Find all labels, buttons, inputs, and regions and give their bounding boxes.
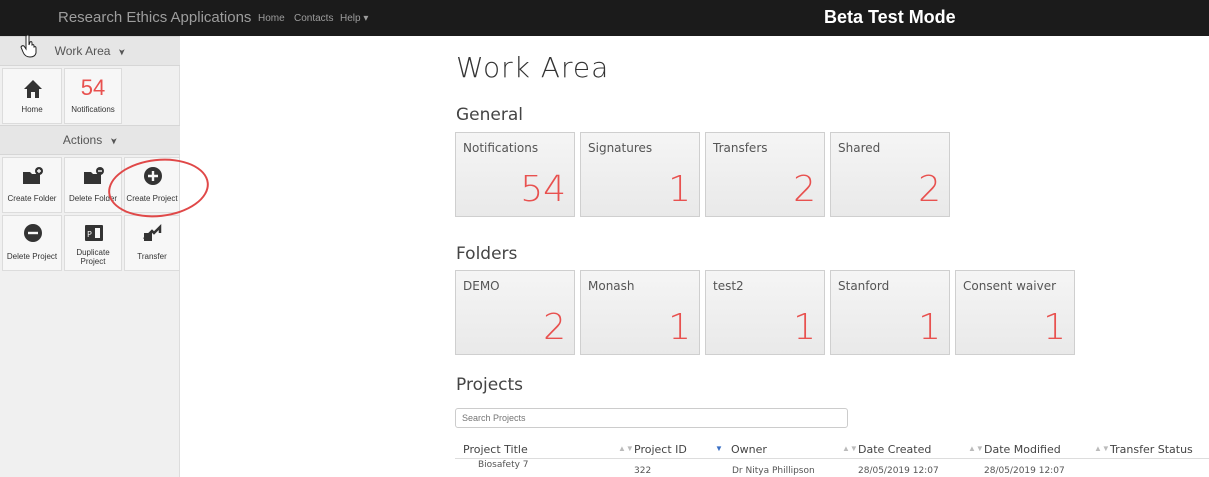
delete-project-label: Delete Project <box>6 252 58 261</box>
card-label: Monash <box>588 279 635 293</box>
card-count: 54 <box>520 169 566 210</box>
cell-project-title[interactable]: Biosafety 7 <box>478 460 529 470</box>
general-card-notifications[interactable]: Notifications 54 <box>455 132 575 217</box>
cell-project-id: 322 <box>634 466 652 476</box>
column-header-date-modified[interactable]: Date Modified <box>984 443 1061 456</box>
duplicate-icon: P <box>85 225 103 241</box>
folder-card-monash[interactable]: Monash 1 <box>580 270 700 355</box>
folder-card-stanford[interactable]: Stanford 1 <box>830 270 950 355</box>
cell-owner: Dr Nitya Phillipson <box>732 466 815 476</box>
chevron-down-icon: ➤ <box>116 48 127 56</box>
column-header-project-id[interactable]: Project ID <box>634 443 687 456</box>
card-count: 2 <box>543 307 566 348</box>
notifications-tile-label: Notifications <box>71 105 115 114</box>
folder-card-demo[interactable]: DEMO 2 <box>455 270 575 355</box>
nav-contacts-link[interactable]: Contacts <box>294 13 333 24</box>
card-count: 1 <box>1043 307 1066 348</box>
card-label: DEMO <box>463 279 500 293</box>
projects-section-title: Projects <box>456 375 524 395</box>
notifications-count: 54 <box>80 75 106 100</box>
home-tile-label: Home <box>21 105 43 114</box>
work-area-header-label: Work Area <box>54 44 111 58</box>
svg-text:P: P <box>87 230 92 239</box>
sort-icon[interactable]: ▲▼ <box>1094 444 1110 453</box>
sort-icon[interactable]: ▲▼ <box>842 444 858 453</box>
hand-cursor-icon <box>20 34 37 58</box>
card-label: test2 <box>713 279 744 293</box>
general-card-transfers[interactable]: Transfers 2 <box>705 132 825 217</box>
folder-card-consent-waiver[interactable]: Consent waiver 1 <box>955 270 1075 355</box>
notifications-tile[interactable]: 54 Notifications <box>64 68 122 124</box>
home-tile[interactable]: Home <box>2 68 62 124</box>
duplicate-project-label: Duplicate Project <box>76 248 110 266</box>
folders-section-title: Folders <box>456 244 518 264</box>
sort-desc-icon[interactable]: ▼ <box>715 444 723 453</box>
top-navbar: Research Ethics Applications Home Contac… <box>0 0 1209 36</box>
folder-card-test2[interactable]: test2 1 <box>705 270 825 355</box>
actions-header-label: Actions <box>62 133 103 147</box>
sidebar: Work Area ➤ Home 54 Notifications Action… <box>0 36 180 477</box>
card-count: 1 <box>668 169 691 210</box>
column-header-owner[interactable]: Owner <box>731 443 767 456</box>
create-folder-label: Create Folder <box>7 194 57 203</box>
transfer-button[interactable]: Transfer <box>124 215 180 271</box>
sort-icon[interactable]: ▲▼ <box>968 444 984 453</box>
card-label: Transfers <box>713 141 768 155</box>
column-header-date-created[interactable]: Date Created <box>858 443 931 456</box>
search-projects-input[interactable] <box>455 408 848 428</box>
chevron-down-icon: ➤ <box>108 137 119 145</box>
column-header-transfer-status[interactable]: Transfer Status <box>1110 443 1193 456</box>
card-count: 1 <box>793 307 816 348</box>
folder-minus-icon <box>84 167 104 184</box>
cell-date-modified: 28/05/2019 12:07 <box>984 466 1065 476</box>
brand-title[interactable]: Research Ethics Applications <box>58 9 251 26</box>
column-header-project-title[interactable]: Project Title <box>463 443 528 456</box>
card-label: Notifications <box>463 141 539 155</box>
transfer-icon <box>143 223 162 241</box>
card-count: 1 <box>918 307 941 348</box>
card-count: 2 <box>918 169 941 210</box>
sort-icon[interactable]: ▲▼ <box>618 444 634 453</box>
delete-project-button[interactable]: Delete Project <box>2 215 62 271</box>
nav-help-dropdown[interactable]: Help ▾ <box>340 13 368 24</box>
general-card-signatures[interactable]: Signatures 1 <box>580 132 700 217</box>
general-card-shared[interactable]: Shared 2 <box>830 132 950 217</box>
card-count: 2 <box>793 169 816 210</box>
duplicate-project-button[interactable]: P Duplicate Project <box>64 215 122 271</box>
table-header-divider <box>455 458 1209 459</box>
actions-header[interactable]: Actions ➤ <box>0 125 180 155</box>
card-label: Consent waiver <box>963 279 1057 293</box>
card-label: Shared <box>838 141 881 155</box>
card-label: Signatures <box>588 141 653 155</box>
page-title: Work Area <box>456 51 610 84</box>
create-folder-button[interactable]: Create Folder <box>2 157 62 213</box>
home-icon <box>24 80 42 98</box>
nav-home-link[interactable]: Home <box>258 13 285 24</box>
card-count: 1 <box>668 307 691 348</box>
minus-circle-icon <box>24 224 42 242</box>
cell-date-created: 28/05/2019 12:07 <box>858 466 939 476</box>
card-label: Stanford <box>838 279 890 293</box>
transfer-label: Transfer <box>137 252 167 261</box>
general-section-title: General <box>456 105 523 125</box>
beta-mode-label: Beta Test Mode <box>824 7 956 27</box>
folder-plus-icon <box>23 167 43 184</box>
